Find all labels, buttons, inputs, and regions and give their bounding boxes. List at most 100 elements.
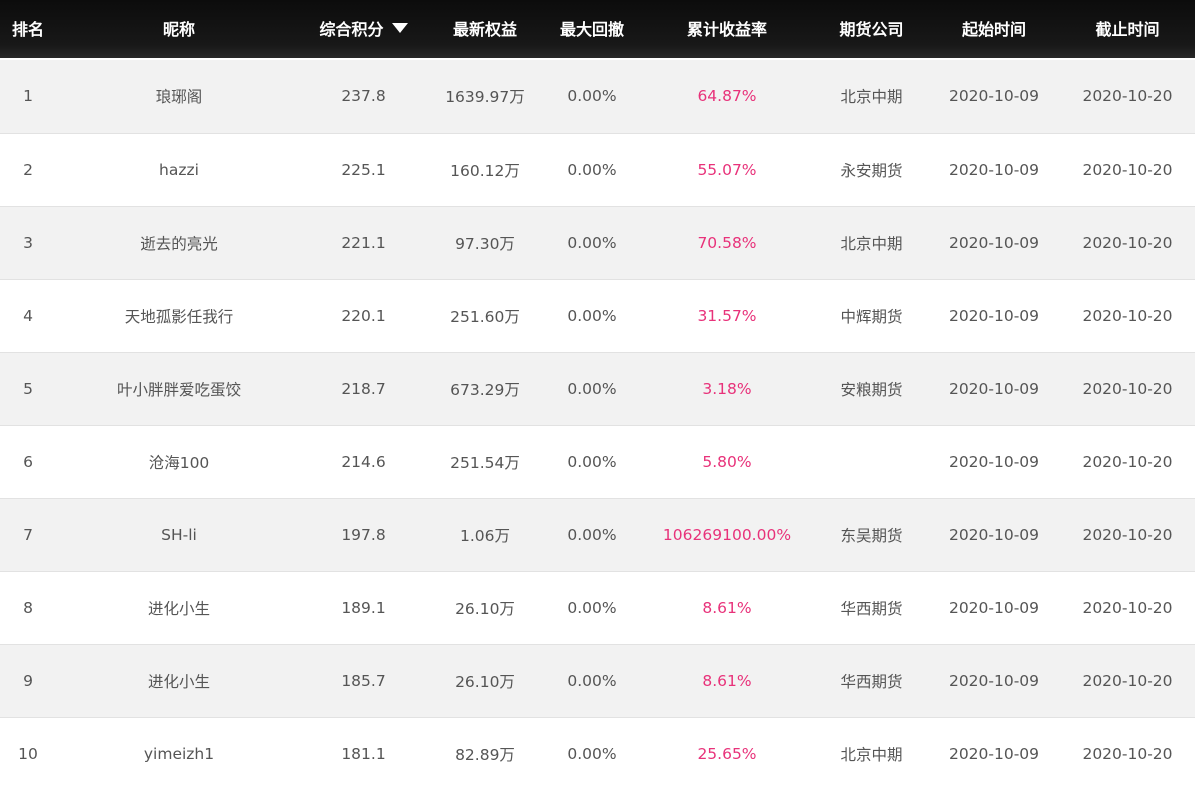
equity-cell: 160.12万 [450, 161, 520, 180]
rank-cell: 3 [23, 233, 33, 252]
rank-cell: 1 [23, 87, 33, 106]
drawdown-cell: 0.00% [567, 671, 617, 690]
company-cell: 东吴期货 [840, 526, 903, 545]
start-date-cell: 2020-10-09 [948, 452, 1040, 471]
nickname-cell[interactable]: 沧海100 [56, 425, 302, 498]
score-cell: 220.1 [341, 306, 386, 325]
header-equity-label: 最新权益 [452, 20, 517, 39]
drawdown-cell: 0.00% [567, 598, 617, 617]
header-rank[interactable]: 排名 [0, 0, 56, 58]
drawdown-cell: 0.00% [567, 160, 617, 179]
end-date-cell: 2020-10-20 [1082, 598, 1173, 617]
company-cell: 华西期货 [840, 672, 903, 691]
drawdown-cell: 0.00% [567, 233, 617, 252]
score-cell: 185.7 [341, 671, 386, 690]
nickname-cell[interactable]: 进化小生 [56, 644, 302, 717]
start-date-cell: 2020-10-09 [948, 233, 1040, 252]
start-date-cell: 2020-10-09 [948, 306, 1040, 325]
score-cell: 225.1 [341, 160, 386, 179]
drawdown-cell: 0.00% [567, 525, 617, 544]
header-start[interactable]: 起始时间 [928, 0, 1060, 58]
start-date-cell: 2020-10-09 [948, 744, 1040, 763]
header-nickname[interactable]: 昵称 [56, 0, 302, 58]
score-cell: 214.6 [341, 452, 386, 471]
header-rank-label: 排名 [11, 20, 44, 39]
nickname-cell[interactable]: 琅琊阁 [56, 60, 302, 133]
caret-down-icon[interactable] [391, 23, 408, 33]
header-return-label: 累计收益率 [686, 20, 767, 39]
equity-cell: 1.06万 [459, 526, 510, 545]
table-row: 7 SH-li 197.8 1.06万 0.00% 106269100.00% … [0, 498, 1195, 571]
return-cell: 5.80% [702, 452, 752, 471]
nickname-cell[interactable]: 进化小生 [56, 571, 302, 644]
equity-cell: 26.10万 [455, 599, 515, 618]
nickname-cell[interactable]: yimeizh1 [56, 717, 302, 790]
start-date-cell: 2020-10-09 [948, 525, 1040, 544]
company-cell: 北京中期 [840, 745, 903, 764]
table-row: 4 天地孤影任我行 220.1 251.60万 0.00% 31.57% 中辉期… [0, 279, 1195, 352]
nickname-cell[interactable]: hazzi [56, 133, 302, 206]
return-cell: 8.61% [702, 598, 752, 617]
score-cell: 237.8 [341, 87, 386, 106]
company-cell: 北京中期 [840, 234, 903, 253]
header-company[interactable]: 期货公司 [815, 0, 928, 58]
start-date-cell: 2020-10-09 [948, 160, 1040, 179]
equity-cell: 26.10万 [455, 672, 515, 691]
table-row: 10 yimeizh1 181.1 82.89万 0.00% 25.65% 北京… [0, 717, 1195, 790]
return-cell: 25.65% [697, 744, 757, 763]
company-cell: 中辉期货 [840, 307, 903, 326]
header-score-sorted[interactable]: 综合积分 [302, 0, 425, 58]
equity-cell: 251.60万 [450, 307, 520, 326]
drawdown-cell: 0.00% [567, 87, 617, 106]
rank-cell: 6 [23, 452, 33, 471]
rank-cell: 10 [18, 744, 38, 763]
drawdown-cell: 0.00% [567, 744, 617, 763]
table-row: 9 进化小生 185.7 26.10万 0.00% 8.61% 华西期货 202… [0, 644, 1195, 717]
table-row: 8 进化小生 189.1 26.10万 0.00% 8.61% 华西期货 202… [0, 571, 1195, 644]
end-date-cell: 2020-10-20 [1082, 160, 1173, 179]
header-start-label: 起始时间 [961, 20, 1026, 39]
drawdown-cell: 0.00% [567, 452, 617, 471]
start-date-cell: 2020-10-09 [948, 598, 1040, 617]
header-drawdown[interactable]: 最大回撤 [545, 0, 639, 58]
nickname-cell[interactable]: 逝去的亮光 [56, 206, 302, 279]
table-header: 排名 昵称 综合积分 最新权益 最大回撤 累计收益率 期货公司 起始时间 截止时… [0, 0, 1195, 60]
table-row: 6 沧海100 214.6 251.54万 0.00% 5.80% 2020-1… [0, 425, 1195, 498]
end-date-cell: 2020-10-20 [1082, 306, 1173, 325]
score-cell: 218.7 [341, 379, 386, 398]
nickname-cell[interactable]: SH-li [56, 498, 302, 571]
nickname-cell[interactable]: 天地孤影任我行 [56, 279, 302, 352]
table-row: 2 hazzi 225.1 160.12万 0.00% 55.07% 永安期货 … [0, 133, 1195, 206]
return-cell: 31.57% [697, 306, 757, 325]
ranking-table: 排名 昵称 综合积分 最新权益 最大回撤 累计收益率 期货公司 起始时间 截止时… [0, 0, 1195, 790]
nickname-cell[interactable]: 叶小胖胖爱吃蛋饺 [56, 352, 302, 425]
table-row: 5 叶小胖胖爱吃蛋饺 218.7 673.29万 0.00% 3.18% 安粮期… [0, 352, 1195, 425]
table-row: 3 逝去的亮光 221.1 97.30万 0.00% 70.58% 北京中期 2… [0, 206, 1195, 279]
equity-cell: 251.54万 [450, 453, 520, 472]
company-cell: 华西期货 [840, 599, 903, 618]
rank-cell: 7 [23, 525, 33, 544]
end-date-cell: 2020-10-20 [1082, 452, 1173, 471]
header-end[interactable]: 截止时间 [1060, 0, 1195, 58]
header-row: 排名 昵称 综合积分 最新权益 最大回撤 累计收益率 期货公司 起始时间 截止时… [0, 0, 1195, 60]
company-cell: 永安期货 [840, 161, 903, 180]
equity-cell: 1639.97万 [445, 88, 525, 107]
end-date-cell: 2020-10-20 [1082, 87, 1173, 106]
table-body: 1 琅琊阁 237.8 1639.97万 0.00% 64.87% 北京中期 2… [0, 60, 1195, 790]
drawdown-cell: 0.00% [567, 379, 617, 398]
header-equity[interactable]: 最新权益 [425, 0, 545, 58]
return-cell: 55.07% [697, 160, 757, 179]
header-return[interactable]: 累计收益率 [639, 0, 815, 58]
return-cell: 64.87% [697, 87, 757, 106]
rank-cell: 9 [23, 671, 33, 690]
return-cell: 106269100.00% [662, 525, 792, 544]
header-drawdown-label: 最大回撤 [559, 20, 624, 39]
header-company-label: 期货公司 [839, 20, 904, 39]
end-date-cell: 2020-10-20 [1082, 744, 1173, 763]
return-cell: 3.18% [702, 379, 752, 398]
rank-cell: 8 [23, 598, 33, 617]
header-nickname-label: 昵称 [162, 20, 195, 39]
end-date-cell: 2020-10-20 [1082, 379, 1173, 398]
equity-cell: 97.30万 [455, 234, 515, 253]
equity-cell: 673.29万 [450, 380, 520, 399]
